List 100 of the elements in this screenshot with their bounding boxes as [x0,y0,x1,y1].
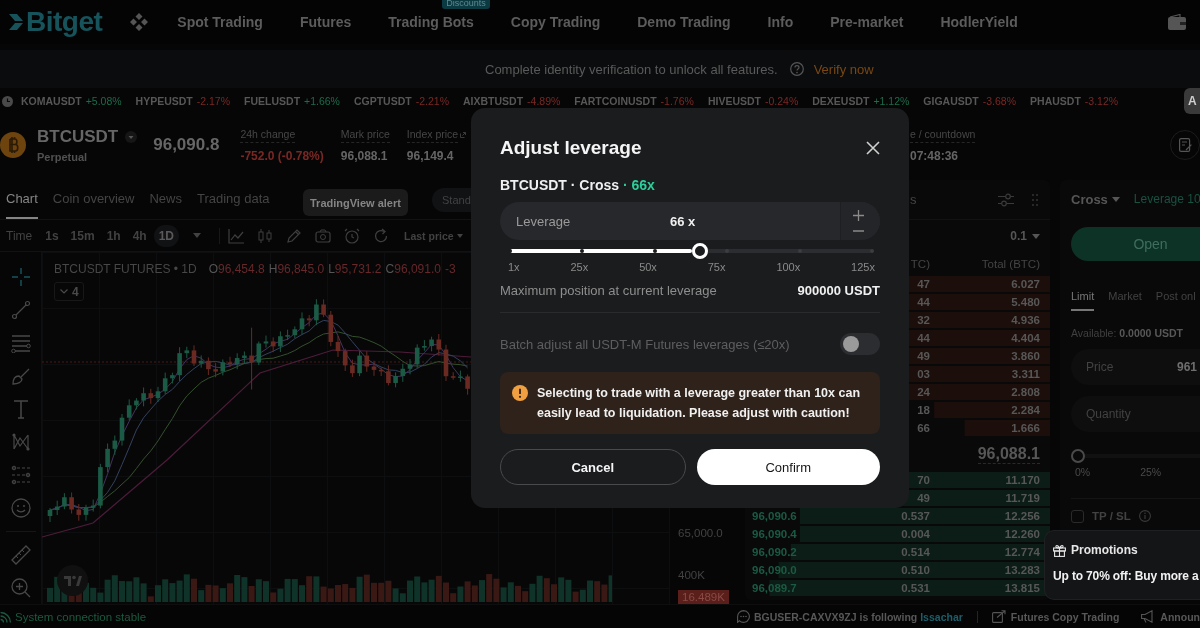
ohlc-value: H96,845.0 [268,262,325,277]
interval-option[interactable]: 4h [127,224,152,247]
sliders-icon[interactable] [998,192,1014,207]
ruler-icon[interactable] [10,545,31,565]
interval-option[interactable]: 1h [101,224,126,247]
external-link-icon[interactable] [991,610,1006,623]
open-button[interactable]: Open [1071,227,1200,261]
pattern-icon[interactable] [10,432,31,452]
status-link[interactable]: Announ [1160,610,1200,623]
leverage-link[interactable]: Leverage 10 [1133,192,1200,206]
slider-mark-label: 25% [1140,466,1162,478]
candles-icon[interactable] [257,227,273,244]
leverage-field[interactable]: Leverage 66 x [500,202,880,240]
alarm-clock-icon[interactable] [344,227,360,244]
chat-bubble-icon [736,610,750,623]
bitcoin-coin-icon [0,131,26,159]
ticker-change: +1.66% [304,95,340,107]
chart-tab[interactable]: Coin overview [52,180,135,219]
caret-down-icon [456,233,463,238]
horizontal-lines-icon[interactable] [10,333,31,353]
megaphone-icon[interactable] [1141,610,1156,623]
slider-stop-icon [508,249,512,253]
chart-tab[interactable]: Trading data [196,180,270,219]
close-icon[interactable] [866,141,880,155]
line-chart-icon[interactable] [228,227,244,244]
pencil-icon[interactable] [286,227,302,244]
interval-option[interactable]: 1D [153,224,179,247]
verify-link[interactable]: Verify now [813,61,874,77]
nav-menu-item[interactable]: Info [767,13,794,31]
order-type-tab[interactable]: Limit [1071,283,1095,311]
nav-menu-item[interactable]: Demo Trading [637,13,731,31]
nav-menu-item[interactable]: Futures [299,13,352,31]
drag-dots-icon[interactable] [1032,193,1038,206]
minus-icon[interactable] [853,229,864,232]
plus-icon[interactable] [853,210,864,222]
smiley-icon[interactable] [10,498,31,518]
zoom-in-icon[interactable] [10,578,31,598]
field-label: Leverage [516,213,572,229]
panel-title: s [910,192,917,207]
dotted-lines-icon[interactable] [10,465,31,485]
tradingview-logo-icon[interactable] [57,565,88,596]
dropdown-caret-icon[interactable] [125,130,138,143]
brush-icon[interactable] [10,366,31,386]
nav-menu-item[interactable]: Pre-market [830,13,904,31]
crosshair-icon[interactable] [10,267,31,287]
diamond-grid-icon[interactable] [129,12,150,32]
camera-icon[interactable] [315,227,331,244]
ticker-symbol[interactable]: FARTCOINUSDT [574,95,657,107]
ticker-symbol[interactable]: HIVEUSDT [707,95,761,107]
ticker-symbol[interactable]: GIGAUSDT [923,95,979,107]
ticker-symbol[interactable]: AIXBTUSDT [463,95,524,107]
time-label: Time [6,228,33,243]
brand-logo-text[interactable]: Bitget [26,7,103,37]
tpsl-checkbox[interactable] [1071,509,1084,523]
symbol-name[interactable]: BTCUSDT [37,126,119,147]
trend-line-icon[interactable] [10,300,31,320]
interval-option[interactable]: 1s [40,224,64,247]
ticker-symbol[interactable]: HYPEUSDT [135,95,193,107]
chart-tab[interactable]: Chart [6,180,38,219]
promo-badge: Discounts [442,0,490,9]
available-value: 0.0000 USDT [1119,327,1183,339]
order-type-tab[interactable]: Market [1108,283,1142,311]
stat-value: 96,149.4 [406,148,455,163]
tick-label: 100x [776,261,801,274]
precision-dropdown[interactable]: 0.1 [1010,229,1027,243]
ticker-symbol[interactable]: KOMAUSDT [21,95,82,107]
price-source-dropdown[interactable]: Last price [404,229,463,242]
activity-message: BGUSER-CAXVX9ZJ is following Issachar [753,610,963,623]
nav-menu-item[interactable]: Trading Bots [388,13,474,31]
ticker-symbol[interactable]: CGPTUSDT [353,95,412,107]
wallet-icon[interactable] [1168,14,1186,30]
caret-down-icon[interactable] [1032,233,1040,239]
help-icon[interactable] [789,62,804,76]
ticker-symbol[interactable]: PHAUSDT [1030,95,1081,107]
percent-slider-track[interactable] [1071,448,1200,464]
notepad-icon [1178,138,1192,152]
ohlc-value: L95,731.2 [328,262,382,277]
nav-menu-item[interactable]: HodlerYield [940,13,1018,31]
caret-down-icon[interactable] [193,233,201,238]
side-tab-button[interactable]: A [1184,88,1200,114]
ohlc-value: C96,091.0 [385,262,441,277]
ticker-symbol[interactable]: FUELUSDT [244,95,301,107]
field-value: 66 x [670,213,696,229]
refresh-icon[interactable] [373,227,389,244]
promotions-popup[interactable]: Promotions Up to 70% off: Buy more a [1044,530,1200,600]
ticker-symbol[interactable]: DEXEUSDT [812,95,870,107]
logo-mark-icon[interactable] [8,13,24,31]
stat-label: 24h change [240,127,296,143]
chart-tab[interactable]: News [149,180,182,219]
slider-thumb[interactable] [1071,449,1085,463]
nav-menu-item[interactable]: Copy Trading [510,13,601,31]
gift-icon [1053,543,1066,557]
interval-option[interactable]: 15m [65,224,100,247]
confirm-button[interactable]: Confirm [696,449,880,485]
column-header: TC) [910,257,930,270]
status-link[interactable]: Futures Copy Trading [1010,610,1120,623]
max-position-label: Maximum position at current leverage [500,283,717,299]
nav-menu-item[interactable]: Spot Trading [177,13,263,31]
column-header: Total (BTC) [981,257,1040,270]
margin-mode-dropdown[interactable]: Cross [1071,191,1120,207]
